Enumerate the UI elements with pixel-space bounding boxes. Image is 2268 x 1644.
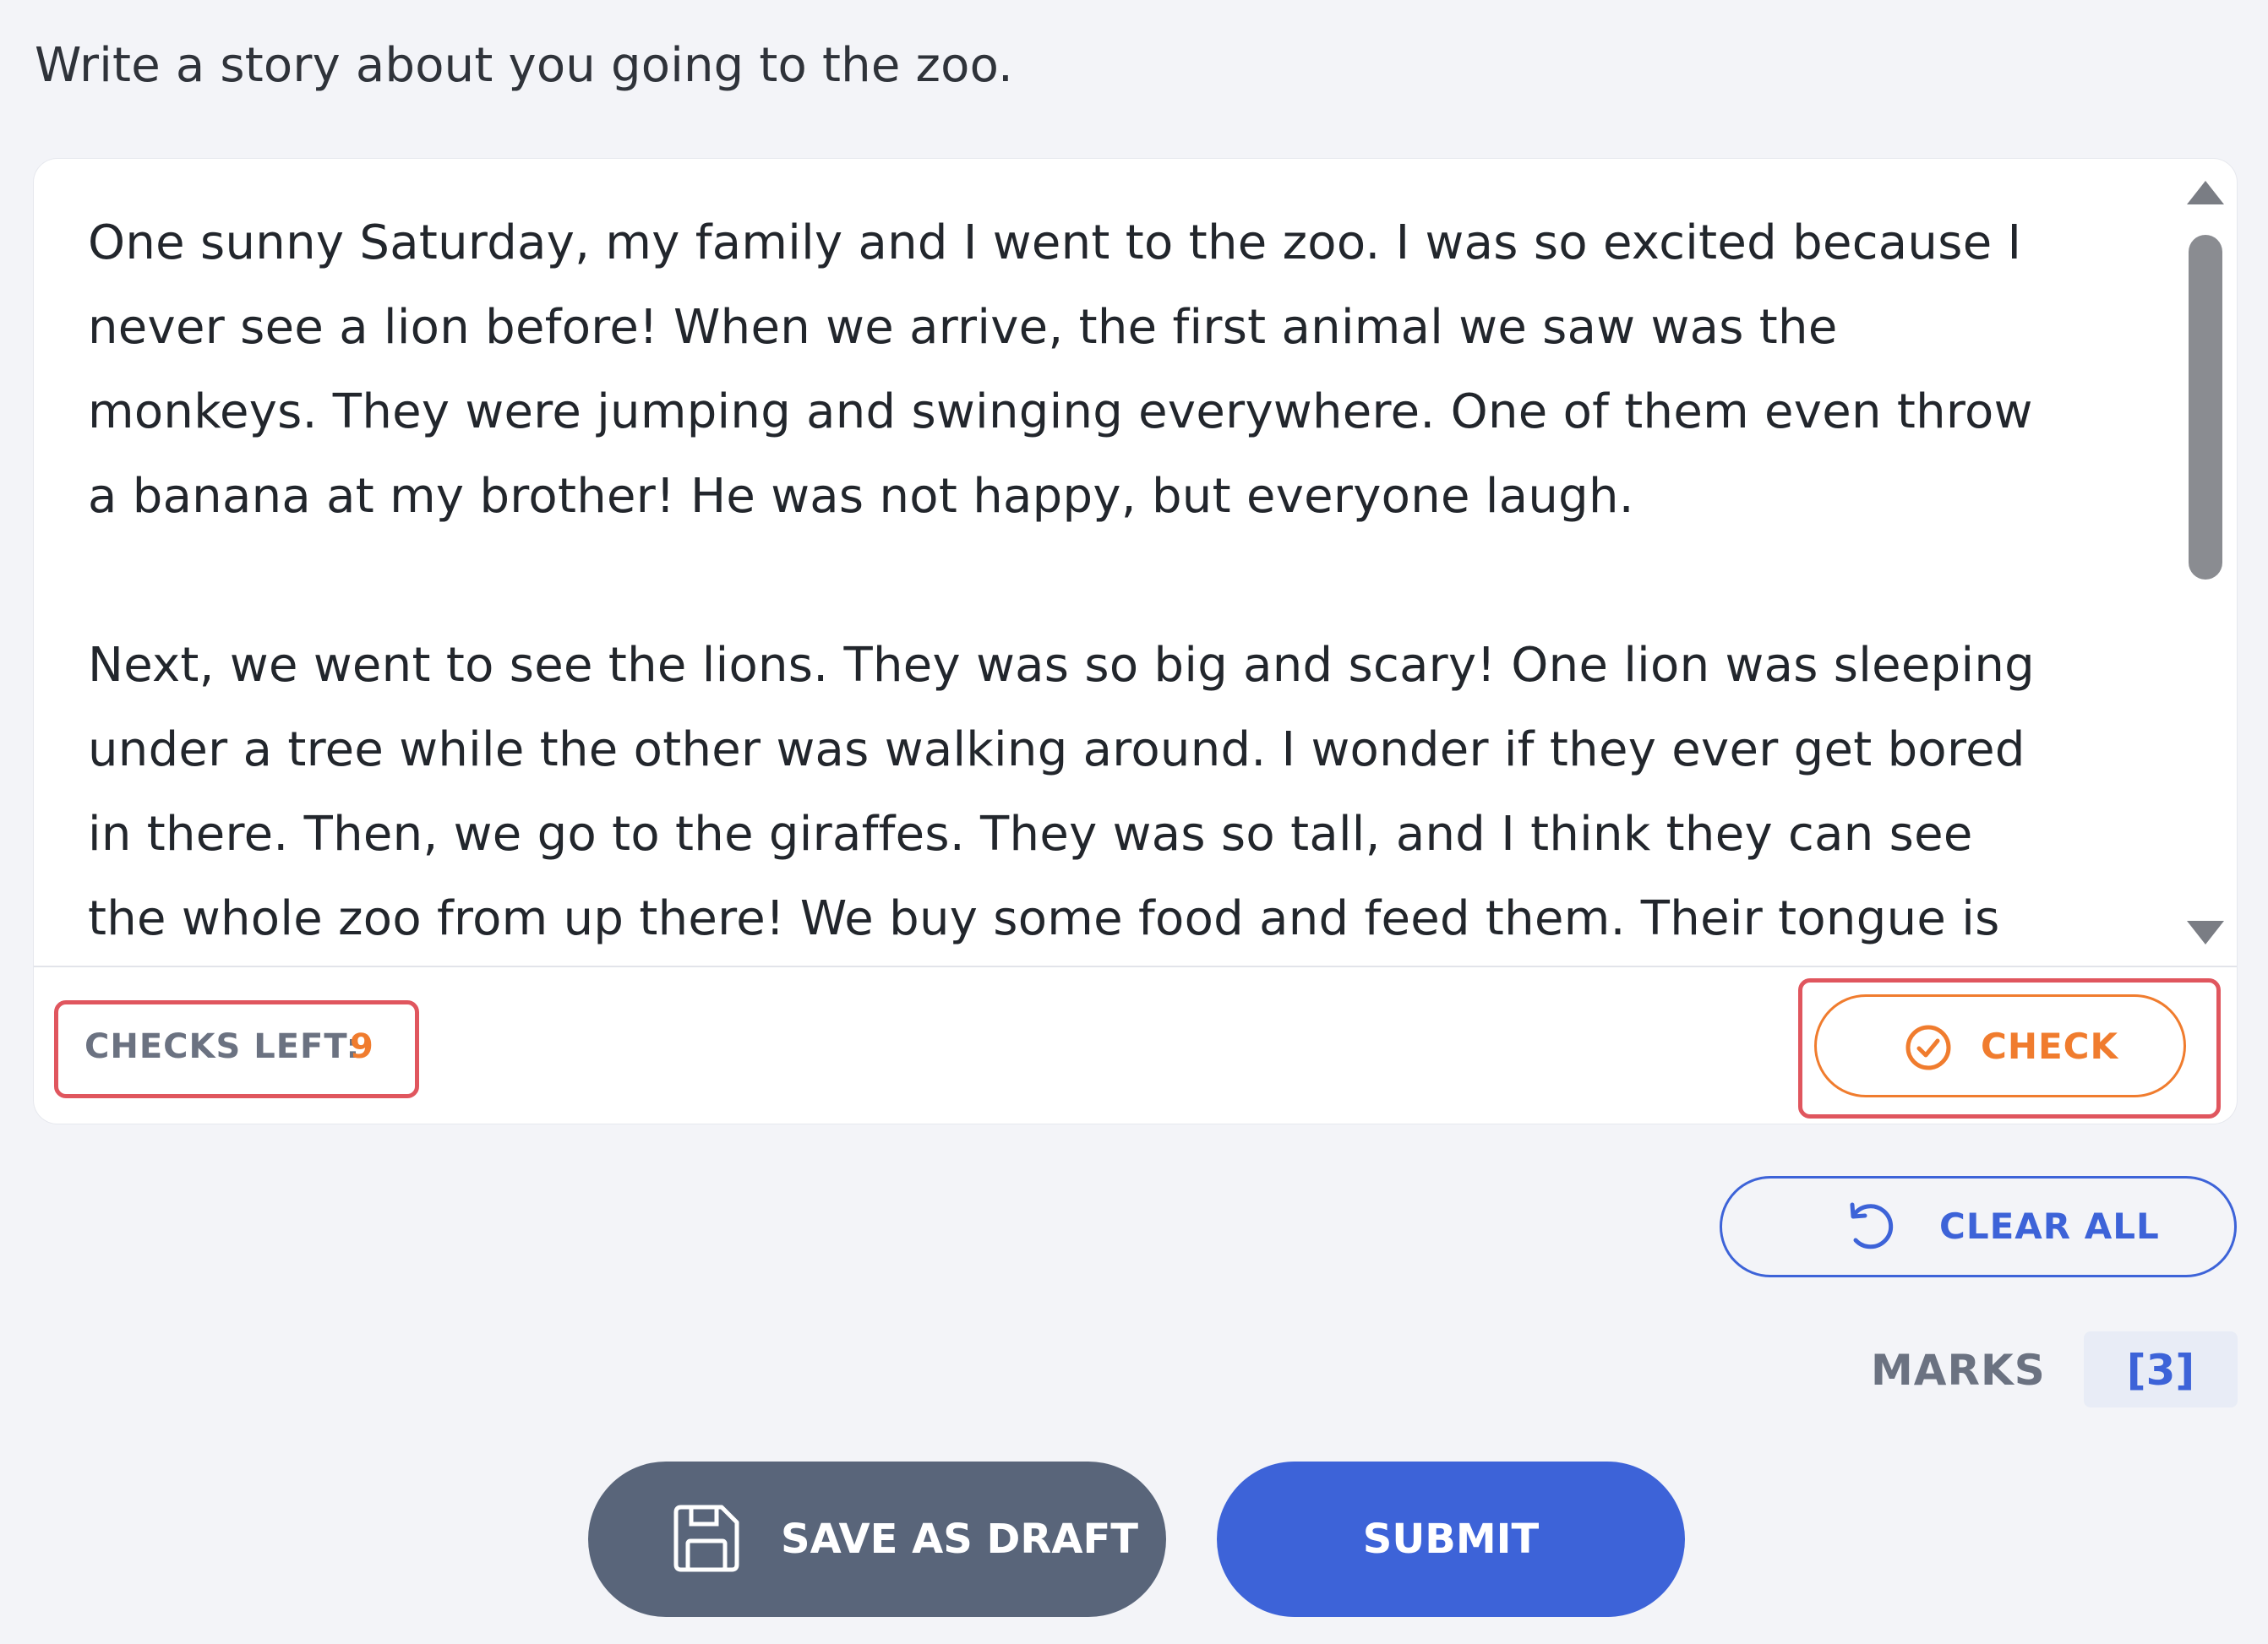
story-editor[interactable]: One sunny Saturday, my family and I went… — [34, 159, 2180, 966]
check-button-label: CHECK — [1981, 1026, 2119, 1067]
scrollbar-thumb[interactable] — [2189, 235, 2222, 580]
checks-left-label: CHECKS LEFT: — [85, 1027, 361, 1066]
check-circle-icon — [1905, 1025, 1951, 1070]
marks-label: MARKS — [1871, 1346, 2046, 1395]
marks-value: [3] — [2126, 1346, 2195, 1395]
submit-label: SUBMIT — [1362, 1516, 1540, 1563]
scroll-up-arrow-icon[interactable] — [2187, 181, 2224, 204]
story-text[interactable]: One sunny Saturday, my family and I went… — [88, 201, 2150, 961]
editor-divider — [34, 966, 2237, 967]
clear-all-label: CLEAR ALL — [1939, 1206, 2160, 1247]
undo-icon — [1850, 1202, 1894, 1249]
save-floppy-icon — [673, 1505, 739, 1572]
scroll-down-arrow-icon[interactable] — [2187, 921, 2224, 944]
checks-left-count: 9 — [350, 1027, 373, 1066]
save-as-draft-label: SAVE AS DRAFT — [781, 1516, 1139, 1563]
question-prompt: Write a story about you going to the zoo… — [35, 38, 1014, 93]
